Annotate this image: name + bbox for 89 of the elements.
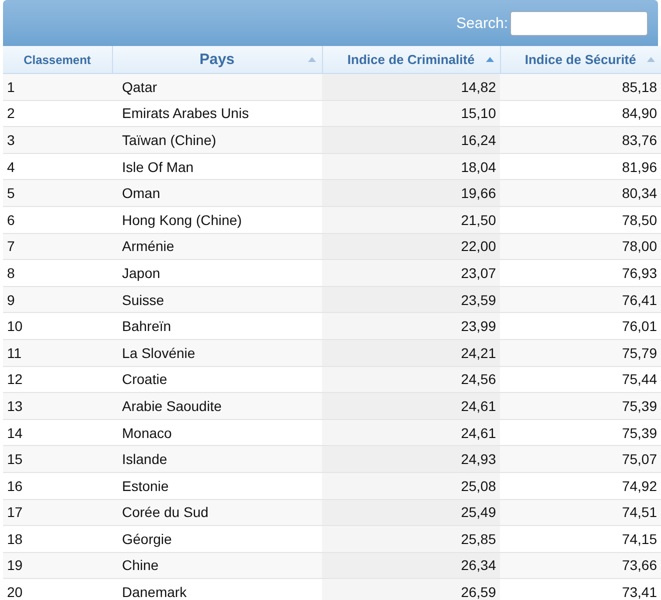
table-cell: 15,10	[322, 100, 500, 127]
table-cell: 23,59	[322, 286, 500, 313]
table-cell: 24,56	[322, 366, 500, 393]
column-header[interactable]: Indice de Criminalité	[322, 46, 500, 74]
table-cell: 74,92	[500, 472, 661, 499]
table-cell: 75,39	[500, 392, 661, 420]
table-cell: 22,00	[322, 233, 500, 260]
table-cell: 75,44	[500, 366, 661, 393]
table-cell: Monaco	[112, 419, 322, 446]
table-cell: Hong Kong (Chine)	[112, 206, 322, 234]
table-cell: 8	[3, 260, 112, 286]
table-cell: 25,08	[322, 472, 500, 499]
table-cell: 75,79	[500, 339, 661, 366]
table-cell: 76,93	[500, 260, 661, 286]
table-cell: Chine	[112, 552, 322, 579]
table-cell: 26,34	[322, 552, 500, 579]
table-cell: 76,41	[500, 286, 661, 313]
table-cell: 20	[3, 578, 112, 600]
table-cell: 6	[3, 206, 112, 234]
table-cell: 25,85	[322, 526, 500, 552]
table-cell: Qatar	[112, 74, 322, 100]
table-cell: 18,04	[322, 153, 500, 180]
table-cell: 16,24	[322, 126, 500, 154]
table-cell: 14,82	[322, 74, 500, 100]
table-cell: 12	[3, 366, 112, 393]
table-cell: 81,96	[500, 153, 661, 180]
table-cell: 75,07	[500, 446, 661, 472]
table-cell: 24,61	[322, 392, 500, 420]
table-cell: 10	[3, 312, 112, 340]
table-cell: 76,01	[500, 312, 661, 340]
table-cell: 85,18	[500, 74, 661, 100]
table-cell: 14	[3, 419, 112, 446]
table-cell: Corée du Sud	[112, 499, 322, 526]
table-cell: Taïwan (Chine)	[112, 126, 322, 154]
table-cell: 26,59	[322, 578, 500, 600]
table-cell: 21,50	[322, 206, 500, 234]
table-cell: 84,90	[500, 100, 661, 127]
table-cell: 5	[3, 180, 112, 206]
table-cell: 23,07	[322, 260, 500, 286]
table-cell: Isle Of Man	[112, 153, 322, 180]
table-cell: Islande	[112, 446, 322, 472]
table-cell: Arabie Saoudite	[112, 392, 322, 420]
table-cell: 75,39	[500, 419, 661, 446]
table-cell: Bahreïn	[112, 312, 322, 340]
table-cell: 17	[3, 499, 112, 526]
table-cell: Estonie	[112, 472, 322, 499]
column-header[interactable]: Indice de Sécurité	[500, 46, 661, 74]
table-cell: Suisse	[112, 286, 322, 313]
table-cell: Arménie	[112, 233, 322, 260]
table-cell: 19,66	[322, 180, 500, 206]
sort-arrow-icon	[308, 56, 316, 62]
table-cell: La Slovénie	[112, 339, 322, 366]
table-cell: 73,66	[500, 552, 661, 579]
table-cell: 78,00	[500, 233, 661, 260]
table-cell: 19	[3, 552, 112, 579]
table-cell: Croatie	[112, 366, 322, 393]
table-cell: Danemark	[112, 578, 322, 600]
column-header: Classement	[3, 46, 112, 74]
table-cell: 74,15	[500, 526, 661, 552]
table-cell: 24,21	[322, 339, 500, 366]
table-cell: 24,93	[322, 446, 500, 472]
column-header[interactable]: Pays	[112, 46, 322, 74]
table-cell: 73,41	[500, 578, 661, 600]
table-cell: 7	[3, 233, 112, 260]
table-cell: 13	[3, 392, 112, 420]
table-cell: 2	[3, 100, 112, 127]
table-cell: 4	[3, 153, 112, 180]
table-cell: Oman	[112, 180, 322, 206]
table-cell: 3	[3, 126, 112, 154]
table-cell: 74,51	[500, 499, 661, 526]
search-field[interactable]	[510, 10, 648, 36]
table-cell: 83,76	[500, 126, 661, 154]
table-cell: 80,34	[500, 180, 661, 206]
table-cell: 25,49	[322, 499, 500, 526]
table-cell: 24,61	[322, 419, 500, 446]
sort-arrow-icon	[486, 56, 494, 62]
table-cell: 23,99	[322, 312, 500, 340]
table-cell: 78,50	[500, 206, 661, 234]
table-cell: Japon	[112, 260, 322, 286]
search-label: Search:	[456, 14, 508, 32]
table-cell: 11	[3, 339, 112, 366]
table-cell: 18	[3, 526, 112, 552]
table-cell: 9	[3, 286, 112, 313]
table-cell: 16	[3, 472, 112, 499]
table-cell: 1	[3, 74, 112, 100]
table-cell: Géorgie	[112, 526, 322, 552]
table-cell: 15	[3, 446, 112, 472]
sort-arrow-icon	[646, 56, 654, 62]
table-cell: Emirats Arabes Unis	[112, 100, 322, 127]
